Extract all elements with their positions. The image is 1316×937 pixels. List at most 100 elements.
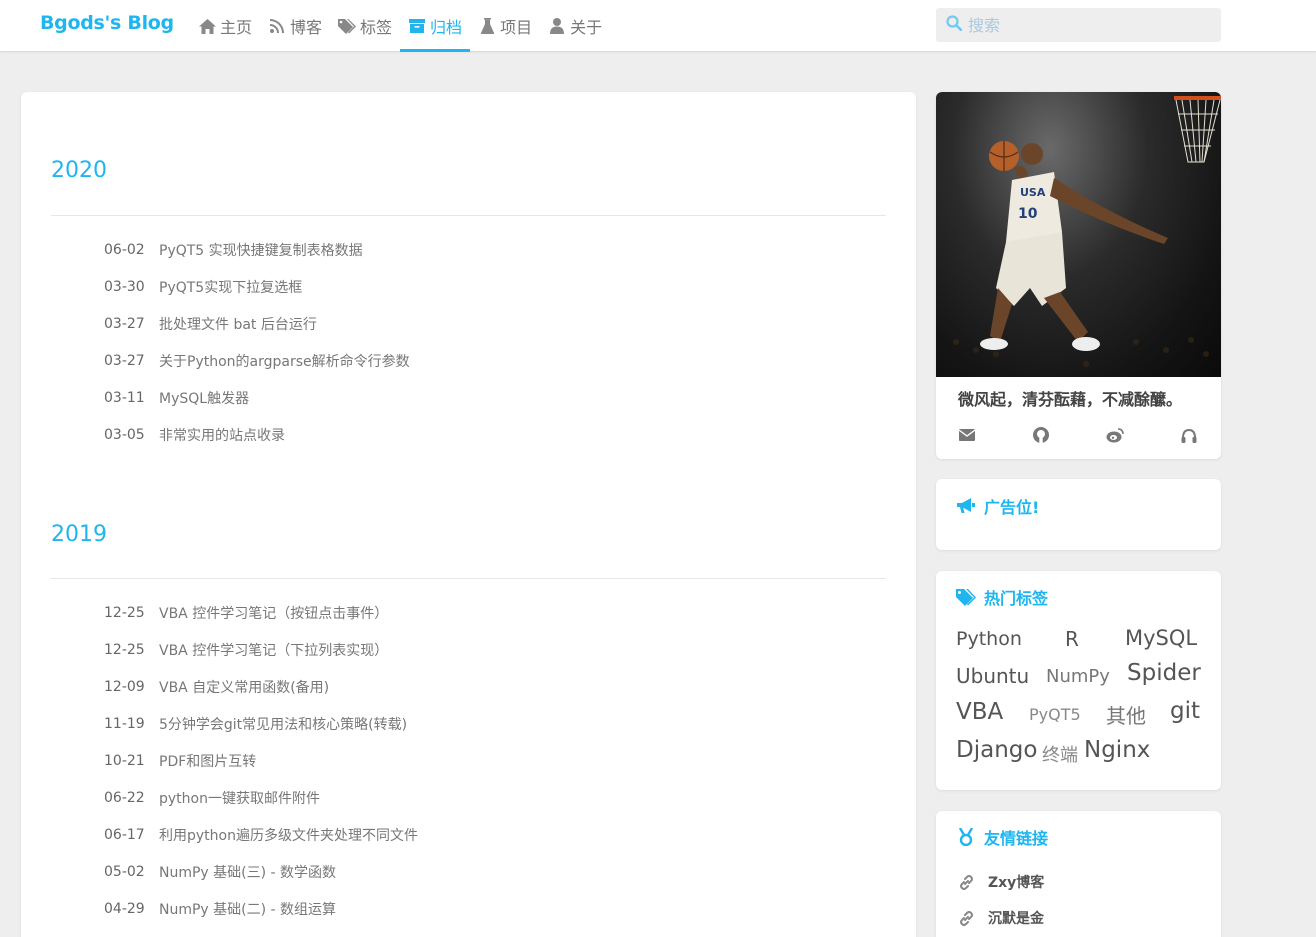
- post-date: 12-09: [104, 679, 145, 695]
- search-icon[interactable]: [946, 15, 963, 35]
- post-title-link[interactable]: python一键获取邮件附件: [159, 788, 320, 808]
- tag-link[interactable]: PyQT5: [1029, 705, 1081, 724]
- friend-links-title: 友情链接: [956, 825, 1048, 849]
- ad-title-text: 广告位!: [984, 498, 1040, 517]
- tag-link[interactable]: 其他: [1106, 700, 1146, 729]
- nav-projects[interactable]: 项目: [470, 0, 540, 52]
- flask-icon: [478, 17, 496, 35]
- archive-year-heading: 2020: [51, 158, 107, 183]
- post-date: 03-30: [104, 279, 145, 295]
- post-date: 03-27: [104, 316, 145, 332]
- tags-icon: [956, 587, 976, 607]
- nav-projects-label: 项目: [500, 18, 533, 37]
- profile-motto: 微风起，清芬酝藉，不减酴醿。: [958, 390, 1183, 409]
- post-date: 06-17: [104, 827, 145, 843]
- post-date: 11-19: [104, 716, 145, 732]
- post-title-link[interactable]: 5分钟学会git常见用法和核心策略(转载): [159, 714, 407, 734]
- rss-icon: [268, 17, 286, 35]
- post-title-link[interactable]: VBA 自定义常用函数(备用): [159, 677, 329, 697]
- post-title-link[interactable]: 利用python遍历多级文件夹处理不同文件: [159, 825, 418, 845]
- envelope-icon[interactable]: [956, 424, 978, 446]
- brand-logo[interactable]: Bgods's Blog: [40, 12, 174, 34]
- tag-link[interactable]: R: [1065, 627, 1079, 651]
- tag-link[interactable]: NumPy: [1046, 666, 1110, 687]
- post-title-link[interactable]: NumPy 基础(二) - 数组运算: [159, 899, 336, 919]
- nav-home[interactable]: 主页: [190, 0, 260, 52]
- post-date: 06-22: [104, 790, 145, 806]
- post-title-link[interactable]: NumPy 基础(三) - 数学函数: [159, 862, 336, 882]
- archive-post[interactable]: 03-11 MySQL触发器: [104, 388, 249, 408]
- tag-link[interactable]: Spider: [1127, 660, 1201, 686]
- friend-link[interactable]: Zxy博客: [958, 872, 1044, 892]
- archive-post[interactable]: 03-27 关于Python的argparse解析命令行参数: [104, 351, 410, 371]
- post-date: 03-27: [104, 353, 145, 369]
- archive-post[interactable]: 03-05 非常实用的站点收录: [104, 425, 285, 445]
- github-icon[interactable]: [1030, 424, 1052, 446]
- tag-link[interactable]: 终端: [1042, 741, 1078, 767]
- post-date: 03-11: [104, 390, 145, 406]
- archive-post[interactable]: 06-22 python一键获取邮件附件: [104, 788, 320, 808]
- nav-archive[interactable]: 归档: [400, 0, 471, 52]
- headphones-icon[interactable]: [1178, 424, 1200, 446]
- year-divider: [51, 215, 886, 216]
- weibo-icon[interactable]: [1104, 424, 1126, 446]
- search-box: [936, 8, 1221, 42]
- archive-post[interactable]: 10-21 PDF和图片互转: [104, 751, 256, 771]
- archive-post[interactable]: 11-19 5分钟学会git常见用法和核心策略(转载): [104, 714, 407, 734]
- tag-link[interactable]: MySQL: [1125, 626, 1197, 650]
- archive-post[interactable]: 12-25 VBA 控件学习笔记（下拉列表实现）: [104, 640, 388, 660]
- post-date: 06-02: [104, 242, 145, 258]
- friend-links-title-text: 友情链接: [984, 829, 1049, 848]
- post-title-link[interactable]: VBA 控件学习笔记（按钮点击事件）: [159, 603, 388, 623]
- tags-icon: [338, 17, 357, 35]
- svg-text:USA: USA: [1020, 186, 1046, 199]
- post-title-link[interactable]: MySQL触发器: [159, 388, 249, 408]
- post-title-link[interactable]: PDF和图片互转: [159, 751, 256, 771]
- post-title-link[interactable]: PyQT5实现下拉复选框: [159, 277, 302, 297]
- nav-home-label: 主页: [220, 18, 253, 37]
- tag-link[interactable]: Nginx: [1084, 737, 1150, 763]
- nav-archive-label: 归档: [430, 18, 463, 37]
- post-title-link[interactable]: 关于Python的argparse解析命令行参数: [159, 351, 410, 371]
- post-title-link[interactable]: PyQT5 实现快捷键复制表格数据: [159, 240, 363, 260]
- link-icon: [958, 910, 974, 926]
- archive-post[interactable]: 12-09 VBA 自定义常用函数(备用): [104, 677, 329, 697]
- main-nav: 主页 博客 标签 归档 项目 关于: [190, 0, 610, 52]
- archive-icon: [408, 17, 426, 35]
- medal-icon: [956, 827, 976, 847]
- hot-tags-card: 热门标签 Python R MySQL Ubuntu NumPy Spider …: [936, 571, 1221, 790]
- link-icon: [958, 874, 974, 890]
- tag-link[interactable]: Django: [956, 737, 1037, 763]
- post-title-link[interactable]: 非常实用的站点收录: [159, 425, 285, 445]
- hot-tags-title-text: 热门标签: [984, 589, 1049, 608]
- nav-about[interactable]: 关于: [540, 0, 610, 52]
- archive-post[interactable]: 03-30 PyQT5实现下拉复选框: [104, 277, 302, 297]
- nav-about-label: 关于: [570, 18, 603, 37]
- archive-post[interactable]: 03-27 批处理文件 bat 后台运行: [104, 314, 317, 334]
- archive-post[interactable]: 06-17 利用python遍历多级文件夹处理不同文件: [104, 825, 418, 845]
- search-input[interactable]: [968, 15, 1208, 35]
- archive-post[interactable]: 12-25 VBA 控件学习笔记（按钮点击事件）: [104, 603, 388, 623]
- archive-post[interactable]: 04-29 NumPy 基础(二) - 数组运算: [104, 899, 336, 919]
- archive-post[interactable]: 06-02 PyQT5 实现快捷键复制表格数据: [104, 240, 363, 260]
- tag-link[interactable]: git: [1170, 698, 1200, 724]
- nav-blog-label: 博客: [290, 18, 323, 37]
- ad-card-title: 广告位!: [956, 494, 1039, 518]
- friend-link-label: 沉默是金: [988, 911, 1044, 927]
- post-date: 10-21: [104, 753, 145, 769]
- post-title-link[interactable]: 批处理文件 bat 后台运行: [159, 314, 317, 334]
- friend-link[interactable]: 沉默是金: [958, 908, 1044, 928]
- nav-blog[interactable]: 博客: [260, 0, 330, 52]
- post-date: 12-25: [104, 605, 145, 621]
- tag-link[interactable]: VBA: [956, 699, 1003, 725]
- user-icon: [548, 17, 566, 35]
- ad-card: 广告位!: [936, 479, 1221, 550]
- tag-link[interactable]: Ubuntu: [956, 664, 1029, 688]
- archive-post[interactable]: 05-02 NumPy 基础(三) - 数学函数: [104, 862, 336, 882]
- friend-links-card: 友情链接 Zxy博客 沉默是金: [936, 811, 1221, 937]
- tag-link[interactable]: Python: [956, 628, 1022, 650]
- post-title-link[interactable]: VBA 控件学习笔记（下拉列表实现）: [159, 640, 388, 660]
- nav-tags[interactable]: 标签: [330, 0, 400, 52]
- bullhorn-icon: [956, 496, 976, 516]
- profile-card: USA 10 微风起，清芬酝藉，不减酴醿。: [936, 92, 1221, 459]
